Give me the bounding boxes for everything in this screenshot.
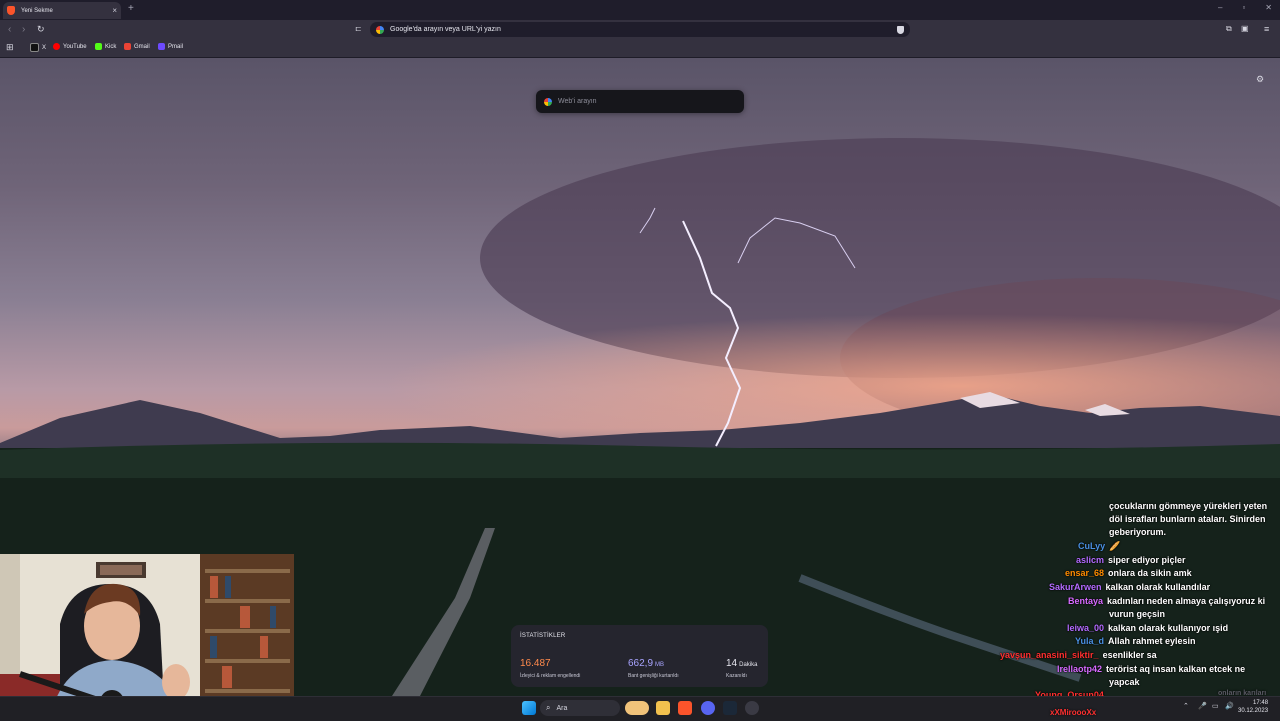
stat-time-saved: 14 Dakika Kazanıldı	[726, 658, 758, 679]
bookmark-icon[interactable]: ⊏	[355, 24, 362, 33]
google-icon	[376, 25, 384, 34]
tab-close-icon[interactable]: ×	[112, 6, 117, 15]
chat-message: döl israfları bunların ataları. Sinirden	[1109, 514, 1266, 524]
address-bar-text: Google'da arayın veya URL'yi yazın	[390, 26, 501, 33]
widgets-icon[interactable]	[625, 701, 649, 715]
title-bar: Yeni Sekme × + – ▫ ✕	[0, 0, 1280, 20]
forward-icon[interactable]: ›	[22, 24, 25, 35]
search-icon: ⌕	[546, 703, 551, 712]
start-windows-icon[interactable]	[522, 701, 536, 715]
search-placeholder: Web'i arayın	[558, 98, 597, 105]
chat-message: ensar_68 onlara da sikin amk	[1065, 568, 1192, 578]
chat-message: yapcak	[1109, 677, 1140, 687]
chat-message: yavşun_anasini_siktir_ esenlikler sa	[1000, 650, 1157, 660]
window-controls: – ▫ ✕	[1218, 3, 1272, 12]
proton-mail-icon	[158, 43, 165, 50]
web-search-box[interactable]: Web'i arayın	[536, 90, 744, 113]
google-search-icon	[544, 97, 552, 106]
steam-icon[interactable]	[723, 701, 737, 715]
minimize-button[interactable]: –	[1218, 3, 1222, 12]
bookmark-pmail[interactable]: Pmail	[158, 43, 183, 50]
file-explorer-icon[interactable]	[656, 701, 670, 715]
chat-overlay: çocuklarını gömmeye yürekleri yeten döl …	[995, 500, 1280, 720]
network-icon[interactable]: ▭	[1212, 702, 1219, 710]
bookmark-x[interactable]: X	[30, 43, 46, 52]
tray-chevron-icon[interactable]: ⌃	[1183, 702, 1189, 710]
volume-icon[interactable]: 🔊	[1225, 702, 1234, 710]
tab-new-tab[interactable]: Yeni Sekme ×	[3, 2, 121, 19]
close-window-button[interactable]: ✕	[1265, 3, 1272, 12]
restore-button[interactable]: ▫	[1242, 3, 1245, 12]
gmail-icon	[124, 43, 131, 50]
tab-title: Yeni Sekme	[21, 7, 53, 14]
apps-grid-icon[interactable]: ⊞	[6, 42, 14, 53]
chat-message: Yula_d Allah rahmet eylesin	[1075, 636, 1196, 646]
chat-message: leiwa_00 kalkan olarak kullanıyor ışid	[1067, 623, 1229, 633]
brave-icon	[7, 6, 15, 15]
obs-icon[interactable]	[745, 701, 759, 715]
new-tab-button[interactable]: +	[128, 3, 134, 14]
bookmark-youtube[interactable]: YouTube	[53, 43, 87, 50]
chat-overlay-side-text: onların karıları	[1218, 690, 1267, 697]
chat-message: Bentaya kadınları neden almaya çalışıyoru…	[1068, 596, 1266, 606]
chat-overlay-username: xXMiroooXx	[1050, 708, 1097, 717]
microphone-icon[interactable]: 🎤	[1198, 702, 1207, 710]
youtube-icon	[53, 43, 60, 50]
menu-icon[interactable]: ≡	[1264, 24, 1269, 34]
discord-icon[interactable]	[701, 701, 715, 715]
stat-bandwidth-saved: 662,9 MB Bant genişliği kurtarıldı	[628, 658, 679, 679]
address-bar[interactable]: Google'da arayın veya URL'yi yazın	[370, 22, 910, 37]
brave-browser-icon[interactable]	[678, 701, 692, 715]
taskbar-search[interactable]: ⌕ Ara	[540, 700, 620, 716]
bookmarks-bar: ⊞ X YouTube Kick Gmail Pmail	[0, 40, 1280, 58]
chat-message: aslicm siper ediyor piçler	[1076, 555, 1186, 565]
stats-widget: İSTATİSTİKLER 16.487 İzleyici & reklam e…	[511, 625, 768, 687]
wallet-icon[interactable]: ▣	[1241, 24, 1249, 33]
customize-gear-icon[interactable]: ⚙	[1256, 74, 1264, 85]
stat-trackers-blocked: 16.487 İzleyici & reklam engellendi	[520, 658, 581, 679]
brave-shields-icon[interactable]	[897, 25, 904, 34]
bookmark-kick[interactable]: Kick	[95, 43, 116, 50]
bookmark-gmail[interactable]: Gmail	[124, 43, 150, 50]
chat-message: çocuklarını gömmeye yürekleri yeten	[1109, 501, 1268, 511]
back-icon[interactable]: ‹	[8, 24, 11, 35]
reload-icon[interactable]: ↻	[37, 24, 45, 35]
taskbar-clock[interactable]: 17:48 30.12.2023	[1238, 699, 1268, 715]
chat-message: geberiyorum.	[1109, 527, 1167, 537]
chat-message: CuLyy 🥖	[1078, 541, 1121, 551]
chat-message: SakurArwen kalkan olarak kullandılar	[1049, 582, 1211, 592]
chat-message: Irellaotp42 terörist aq insan kalkan etce…	[1057, 664, 1246, 674]
extensions-icon[interactable]: ⧉	[1226, 24, 1232, 34]
kick-icon	[95, 43, 102, 50]
x-icon	[30, 43, 39, 52]
chat-message: vurun geçsin	[1109, 609, 1166, 619]
stats-header: İSTATİSTİKLER	[520, 633, 566, 639]
